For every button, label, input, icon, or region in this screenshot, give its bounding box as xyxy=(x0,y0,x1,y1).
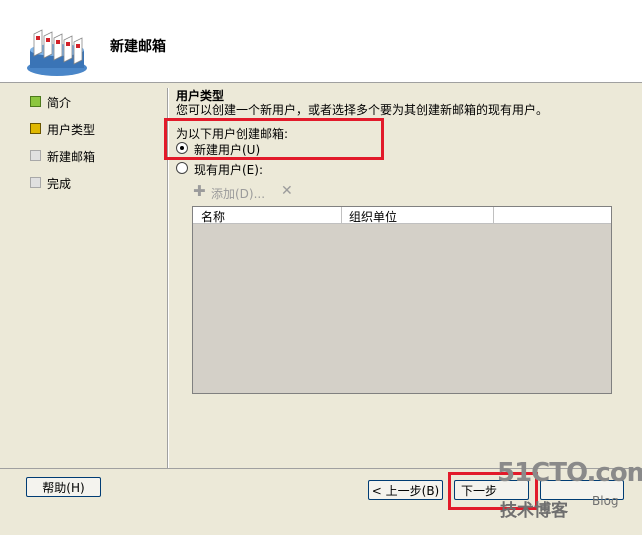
column-separator xyxy=(341,207,342,223)
step-label: 新建邮箱 xyxy=(47,150,96,164)
highlight-box xyxy=(164,118,384,160)
wizard-header xyxy=(0,0,642,83)
step-status-icon xyxy=(30,177,41,188)
existing-user-label: 现有用户(E): xyxy=(194,163,263,177)
column-header-name[interactable]: 名称 xyxy=(201,208,225,224)
watermark-site: 51CTO.com xyxy=(497,458,642,488)
remove-icon[interactable]: ✕ xyxy=(281,183,293,199)
step-status-icon xyxy=(30,150,41,161)
add-label: 添加(D)... xyxy=(211,187,266,201)
wizard-steps-sidebar xyxy=(0,83,166,468)
watermark-blog: 技术博客 xyxy=(500,501,568,521)
back-button[interactable]: < 上一步(B) xyxy=(368,480,443,500)
mailbox-stack-icon xyxy=(24,28,90,78)
column-header-ou[interactable]: 组织单位 xyxy=(349,208,397,224)
help-button[interactable]: 帮助(H) xyxy=(26,477,101,497)
step-status-icon xyxy=(30,123,41,134)
table-header: 名称 组织单位 xyxy=(193,207,611,224)
radio-indicator[interactable] xyxy=(176,162,188,174)
watermark-blog-en: Blog xyxy=(592,494,619,508)
step-label: 完成 xyxy=(47,177,72,191)
step-status-icon xyxy=(30,96,41,107)
page-title: 新建邮箱 xyxy=(110,39,166,55)
step-label: 简介 xyxy=(47,96,72,110)
step-label: 用户类型 xyxy=(47,123,96,137)
add-icon: ✚ xyxy=(193,182,206,200)
users-table[interactable]: 名称 组织单位 xyxy=(192,206,612,394)
section-description: 您可以创建一个新用户，或者选择多个要为其创建新邮箱的现有用户。 xyxy=(176,103,549,117)
column-separator xyxy=(493,207,494,223)
